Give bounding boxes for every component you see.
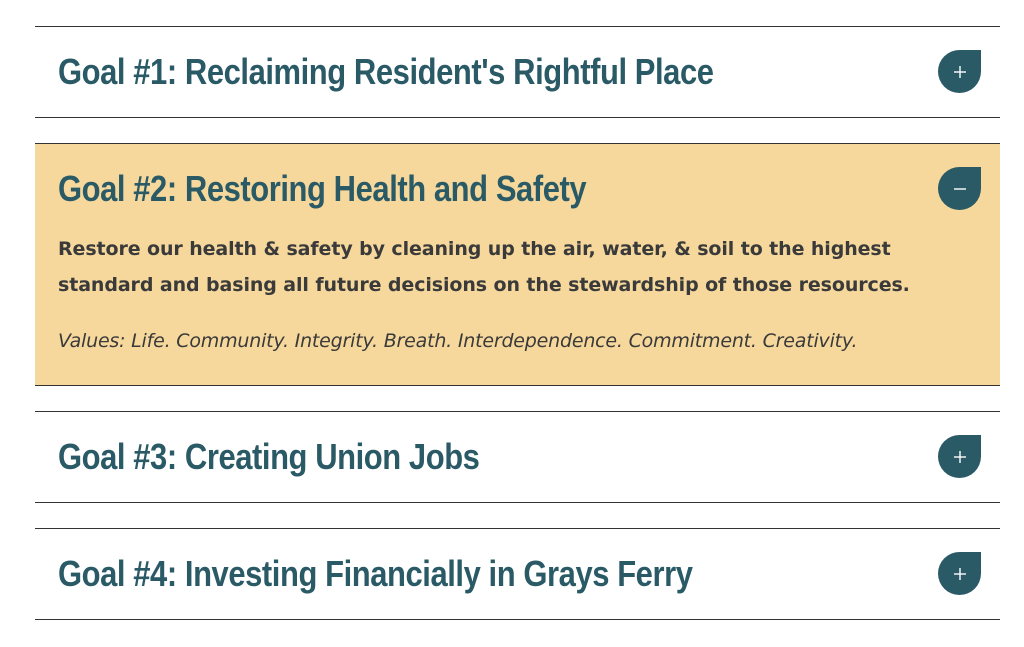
plus-icon [953,65,966,78]
goals-accordion: Goal #1: Reclaiming Resident's Rightful … [35,26,1000,645]
goal-2-panel: Restore our health & safety by cleaning … [35,231,1000,385]
accordion-item-goal-1: Goal #1: Reclaiming Resident's Rightful … [35,26,1000,118]
minus-icon [953,187,966,190]
accordion-header-goal-1[interactable]: Goal #1: Reclaiming Resident's Rightful … [35,27,1000,117]
goal-1-title: Goal #1: Reclaiming Resident's Rightful … [58,51,714,92]
plus-icon [953,567,966,580]
accordion-item-goal-2: Goal #2: Restoring Health and Safety Res… [35,143,1000,386]
accordion-header-goal-4[interactable]: Goal #4: Investing Financially in Grays … [35,529,1000,619]
goal-3-title: Goal #3: Creating Union Jobs [58,436,480,477]
accordion-item-goal-3: Goal #3: Creating Union Jobs [35,411,1000,503]
goal-4-title: Goal #4: Investing Financially in Grays … [58,553,693,594]
accordion-header-goal-3[interactable]: Goal #3: Creating Union Jobs [35,412,1000,502]
accordion-header-goal-2[interactable]: Goal #2: Restoring Health and Safety [35,144,1000,234]
expand-goal-4-button[interactable] [938,552,981,595]
goal-2-title: Goal #2: Restoring Health and Safety [58,168,587,209]
plus-icon [953,450,966,463]
expand-goal-3-button[interactable] [938,435,981,478]
expand-goal-1-button[interactable] [938,50,981,93]
collapse-goal-2-button[interactable] [938,167,981,210]
goal-2-description: Restore our health & safety by cleaning … [58,238,910,296]
accordion-item-goal-4: Goal #4: Investing Financially in Grays … [35,528,1000,620]
goal-2-values: Values: Life. Community. Integrity. Brea… [58,330,858,352]
